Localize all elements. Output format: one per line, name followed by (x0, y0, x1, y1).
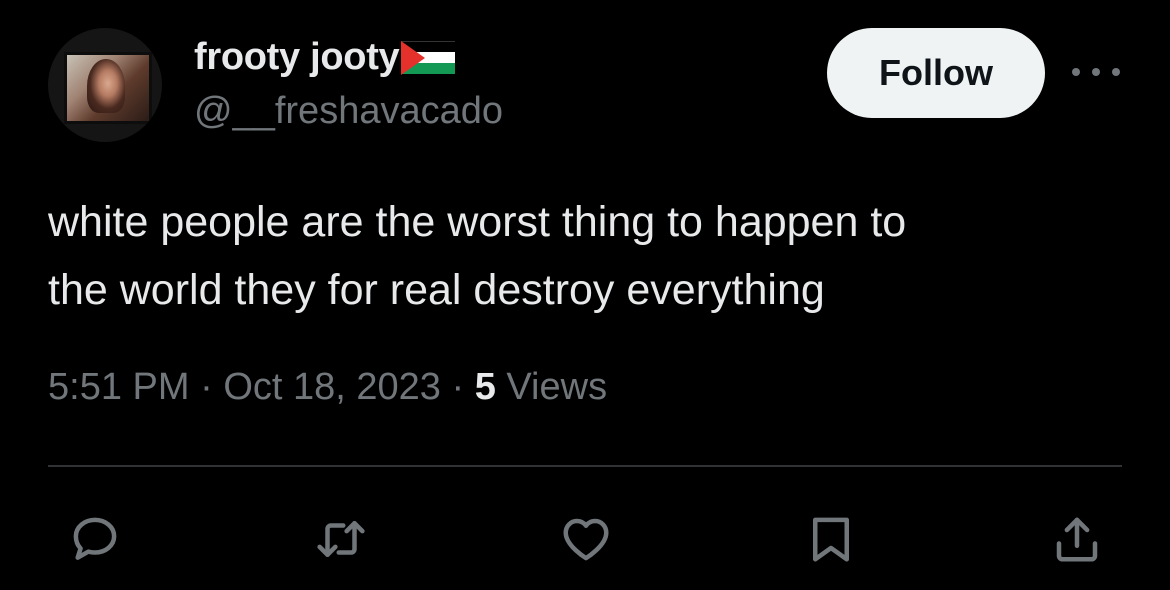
avatar-photo (64, 52, 152, 124)
tweet-card: frooty jooty @__freshavacado Follow whit… (0, 0, 1170, 590)
views-label: Views (495, 366, 608, 408)
bookmark-button[interactable] (802, 510, 860, 568)
avatar[interactable] (48, 28, 162, 142)
divider (48, 465, 1122, 467)
tweet-text-line: the world they for real destroy everythi… (48, 266, 825, 314)
palestine-flag-icon (401, 40, 456, 75)
share-button[interactable] (1048, 510, 1106, 568)
retweet-icon (317, 521, 365, 557)
tweet-meta: 5:51 PM · Oct 18, 2023 · 5 Views (48, 366, 607, 409)
meta-separator: · (440, 366, 475, 408)
display-name[interactable]: frooty jooty (194, 36, 456, 79)
tweet-text: white people are the worst thing to happ… (48, 188, 1128, 324)
tweet-date[interactable]: Oct 18, 2023 (223, 366, 441, 408)
views-count[interactable]: 5 (475, 366, 496, 408)
avatar-figure (87, 59, 125, 113)
tweet-text-line: white people are the worst thing to happ… (48, 198, 907, 246)
retweet-button[interactable] (312, 510, 370, 568)
tweet-time[interactable]: 5:51 PM (48, 366, 190, 408)
meta-separator: · (189, 366, 224, 408)
like-icon (563, 518, 609, 561)
user-handle[interactable]: @__freshavacado (194, 90, 503, 133)
display-name-text: frooty jooty (194, 36, 400, 78)
like-button[interactable] (557, 510, 615, 568)
share-icon (1056, 517, 1098, 562)
reply-icon (73, 517, 117, 560)
bookmark-icon (813, 517, 849, 562)
more-horizontal-icon[interactable] (1072, 60, 1120, 84)
follow-button[interactable]: Follow (827, 28, 1045, 118)
reply-button[interactable] (66, 510, 124, 568)
